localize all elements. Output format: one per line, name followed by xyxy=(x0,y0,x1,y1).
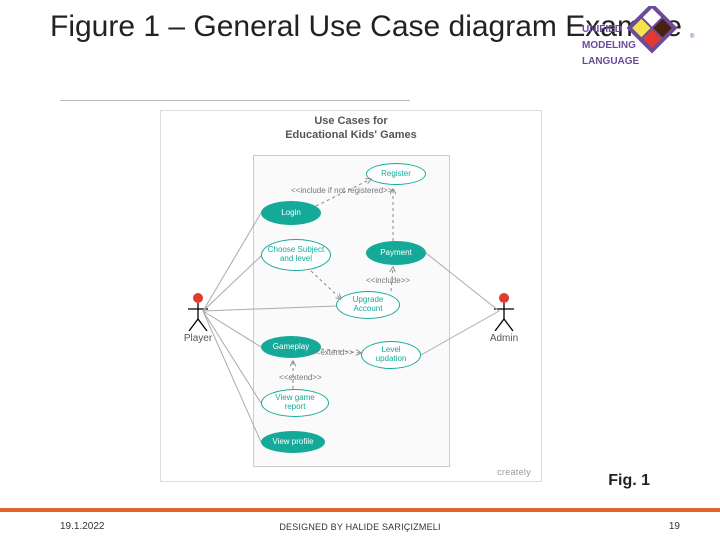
creately-watermark: creately xyxy=(497,467,531,477)
usecase-upgrade: Upgrade Account xyxy=(336,291,400,319)
logo-line2: MODELING xyxy=(582,40,636,51)
usecase-register: Register xyxy=(366,163,426,185)
usecase-profile: View profile xyxy=(261,431,325,453)
logo-line1: UNIFIED xyxy=(582,24,622,35)
diagram-title: Use Cases for Educational Kids' Games xyxy=(161,115,541,143)
actor-player: Player xyxy=(173,291,223,344)
usecase-choose: Choose Subject and level xyxy=(261,239,331,271)
footer-page: 19 xyxy=(669,521,680,532)
usecase-report: View game report xyxy=(261,389,329,417)
uml-logo: UNIFIED MODELING LANGUAGE ® xyxy=(582,6,702,86)
slide-footer: 19.1.2022 DESIGNED BY HALIDE SARIÇIZMELI… xyxy=(0,512,720,540)
stereotype-include: <<include>> xyxy=(366,276,410,285)
usecase-login: Login xyxy=(261,201,321,225)
usecase-level: Level updation xyxy=(361,341,421,369)
figure-caption: Fig. 1 xyxy=(608,472,650,490)
logo-line3: LANGUAGE xyxy=(582,56,640,67)
stereotype-extend-1: <<extend>> xyxy=(311,348,354,357)
usecase-payment: Payment xyxy=(366,241,426,265)
stereotype-include-not-registered: <<include if not registered>> xyxy=(291,186,392,195)
actor-admin: Admin xyxy=(479,291,529,344)
usecase-diagram: Use Cases for Educational Kids' Games Pl… xyxy=(160,110,542,482)
title-underline xyxy=(60,100,410,101)
actor-player-label: Player xyxy=(173,333,223,344)
svg-text:®: ® xyxy=(690,33,695,40)
stereotype-extend-2: <<extend>> xyxy=(279,373,322,382)
actor-admin-label: Admin xyxy=(479,333,529,344)
footer-author: DESIGNED BY HALIDE SARIÇIZMELI xyxy=(0,522,720,532)
